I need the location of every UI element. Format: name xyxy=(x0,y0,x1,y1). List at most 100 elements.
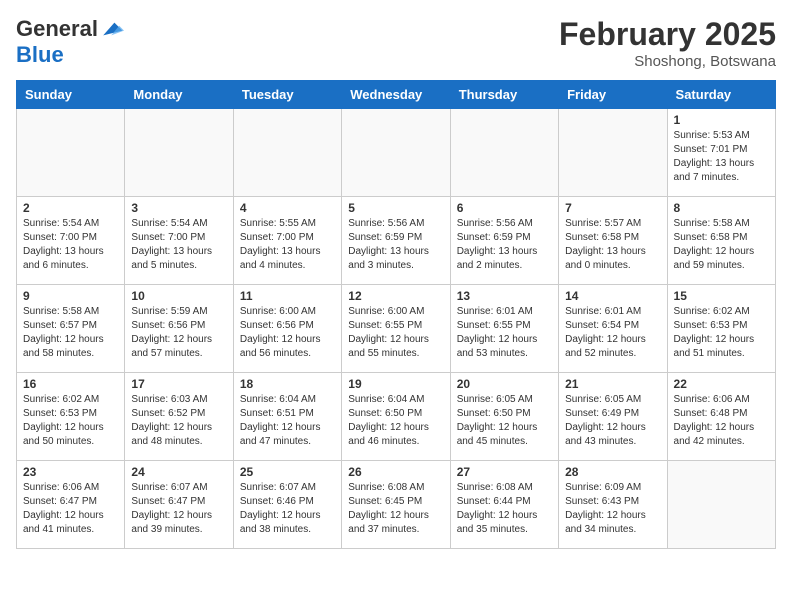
calendar-week-row: 1 Sunrise: 5:53 AM Sunset: 7:01 PM Daylig… xyxy=(17,109,776,197)
day-number: 6 xyxy=(457,201,552,215)
day-info: Sunrise: 5:56 AM Sunset: 6:59 PM Dayligh… xyxy=(348,217,443,273)
day-info: Sunrise: 6:02 AM Sunset: 6:53 PM Dayligh… xyxy=(23,393,118,449)
day-info: Sunrise: 6:00 AM Sunset: 6:56 PM Dayligh… xyxy=(240,305,335,361)
day-info: Sunrise: 6:08 AM Sunset: 6:45 PM Dayligh… xyxy=(348,481,443,537)
calendar-day-cell: 28 Sunrise: 6:09 AM Sunset: 6:43 PM Dayli… xyxy=(559,461,667,549)
calendar-day-cell: 23Sunrise: 6:06 AM Sunset: 6:47 PM Dayli… xyxy=(17,461,125,549)
day-info: Sunrise: 6:07 AM Sunset: 6:46 PM Dayligh… xyxy=(240,481,335,537)
logo: General Blue xyxy=(16,16,124,68)
day-number: 8 xyxy=(674,201,769,215)
calendar-day-cell xyxy=(17,109,125,197)
calendar-day-cell: 15 Sunrise: 6:02 AM Sunset: 6:53 PM Dayli… xyxy=(667,285,775,373)
day-number: 13 xyxy=(457,289,552,303)
calendar-day-cell: 26 Sunrise: 6:08 AM Sunset: 6:45 PM Dayli… xyxy=(342,461,450,549)
day-number: 4 xyxy=(240,201,335,215)
day-info: Sunrise: 6:04 AM Sunset: 6:51 PM Dayligh… xyxy=(240,393,335,449)
weekday-header: Sunday xyxy=(17,81,125,109)
day-number: 20 xyxy=(457,377,552,391)
day-info: Sunrise: 6:06 AM Sunset: 6:48 PM Dayligh… xyxy=(674,393,769,449)
day-number: 1 xyxy=(674,113,769,127)
day-info: Sunrise: 5:54 AM Sunset: 7:00 PM Dayligh… xyxy=(23,217,118,273)
calendar-day-cell: 12Sunrise: 6:00 AM Sunset: 6:55 PM Dayli… xyxy=(342,285,450,373)
day-info: Sunrise: 6:09 AM Sunset: 6:43 PM Dayligh… xyxy=(565,481,660,537)
day-info: Sunrise: 5:53 AM Sunset: 7:01 PM Dayligh… xyxy=(674,129,769,185)
calendar-day-cell: 7Sunrise: 5:57 AM Sunset: 6:58 PM Daylig… xyxy=(559,197,667,285)
calendar-day-cell: 16 Sunrise: 6:02 AM Sunset: 6:53 PM Dayli… xyxy=(17,373,125,461)
weekday-header: Wednesday xyxy=(342,81,450,109)
day-number: 24 xyxy=(131,465,226,479)
calendar-week-row: 23Sunrise: 6:06 AM Sunset: 6:47 PM Dayli… xyxy=(17,461,776,549)
day-number: 9 xyxy=(23,289,118,303)
calendar-day-cell: 4 Sunrise: 5:55 AM Sunset: 7:00 PM Daylig… xyxy=(233,197,341,285)
title-block: February 2025 Shoshong, Botswana xyxy=(559,16,776,70)
calendar-day-cell: 19 Sunrise: 6:04 AM Sunset: 6:50 PM Dayli… xyxy=(342,373,450,461)
calendar-day-cell xyxy=(233,109,341,197)
day-info: Sunrise: 6:06 AM Sunset: 6:47 PM Dayligh… xyxy=(23,481,118,537)
calendar-day-cell: 13 Sunrise: 6:01 AM Sunset: 6:55 PM Dayli… xyxy=(450,285,558,373)
weekday-header: Friday xyxy=(559,81,667,109)
calendar-day-cell xyxy=(125,109,233,197)
day-number: 21 xyxy=(565,377,660,391)
day-number: 16 xyxy=(23,377,118,391)
calendar-day-cell: 27Sunrise: 6:08 AM Sunset: 6:44 PM Dayli… xyxy=(450,461,558,549)
calendar-day-cell: 24 Sunrise: 6:07 AM Sunset: 6:47 PM Dayli… xyxy=(125,461,233,549)
day-info: Sunrise: 6:04 AM Sunset: 6:50 PM Dayligh… xyxy=(348,393,443,449)
day-number: 28 xyxy=(565,465,660,479)
weekday-header: Tuesday xyxy=(233,81,341,109)
calendar-day-cell xyxy=(450,109,558,197)
day-info: Sunrise: 6:07 AM Sunset: 6:47 PM Dayligh… xyxy=(131,481,226,537)
calendar-day-cell: 5 Sunrise: 5:56 AM Sunset: 6:59 PM Daylig… xyxy=(342,197,450,285)
day-number: 17 xyxy=(131,377,226,391)
day-number: 3 xyxy=(131,201,226,215)
day-info: Sunrise: 5:54 AM Sunset: 7:00 PM Dayligh… xyxy=(131,217,226,273)
day-number: 7 xyxy=(565,201,660,215)
calendar-day-cell xyxy=(342,109,450,197)
logo-icon xyxy=(100,17,124,41)
month-title: February 2025 xyxy=(559,16,776,53)
day-info: Sunrise: 6:01 AM Sunset: 6:54 PM Dayligh… xyxy=(565,305,660,361)
day-number: 10 xyxy=(131,289,226,303)
day-number: 22 xyxy=(674,377,769,391)
day-number: 5 xyxy=(348,201,443,215)
calendar-day-cell: 6 Sunrise: 5:56 AM Sunset: 6:59 PM Daylig… xyxy=(450,197,558,285)
day-number: 15 xyxy=(674,289,769,303)
calendar-day-cell: 2Sunrise: 5:54 AM Sunset: 7:00 PM Daylig… xyxy=(17,197,125,285)
day-info: Sunrise: 6:05 AM Sunset: 6:50 PM Dayligh… xyxy=(457,393,552,449)
day-number: 18 xyxy=(240,377,335,391)
day-number: 14 xyxy=(565,289,660,303)
day-number: 12 xyxy=(348,289,443,303)
day-number: 19 xyxy=(348,377,443,391)
calendar-day-cell: 14 Sunrise: 6:01 AM Sunset: 6:54 PM Dayli… xyxy=(559,285,667,373)
page-header: General Blue February 2025 Shoshong, Bot… xyxy=(16,16,776,70)
calendar-day-cell: 21 Sunrise: 6:05 AM Sunset: 6:49 PM Dayli… xyxy=(559,373,667,461)
calendar-header-row: SundayMondayTuesdayWednesdayThursdayFrid… xyxy=(17,81,776,109)
day-info: Sunrise: 5:58 AM Sunset: 6:57 PM Dayligh… xyxy=(23,305,118,361)
weekday-header: Monday xyxy=(125,81,233,109)
calendar-day-cell: 9 Sunrise: 5:58 AM Sunset: 6:57 PM Daylig… xyxy=(17,285,125,373)
calendar-day-cell: 11Sunrise: 6:00 AM Sunset: 6:56 PM Dayli… xyxy=(233,285,341,373)
day-info: Sunrise: 6:03 AM Sunset: 6:52 PM Dayligh… xyxy=(131,393,226,449)
calendar-week-row: 9 Sunrise: 5:58 AM Sunset: 6:57 PM Daylig… xyxy=(17,285,776,373)
calendar-day-cell: 18 Sunrise: 6:04 AM Sunset: 6:51 PM Dayli… xyxy=(233,373,341,461)
day-info: Sunrise: 6:02 AM Sunset: 6:53 PM Dayligh… xyxy=(674,305,769,361)
day-info: Sunrise: 6:01 AM Sunset: 6:55 PM Dayligh… xyxy=(457,305,552,361)
day-number: 26 xyxy=(348,465,443,479)
day-number: 25 xyxy=(240,465,335,479)
logo-blue: Blue xyxy=(16,42,64,68)
calendar-week-row: 16 Sunrise: 6:02 AM Sunset: 6:53 PM Dayli… xyxy=(17,373,776,461)
day-info: Sunrise: 5:56 AM Sunset: 6:59 PM Dayligh… xyxy=(457,217,552,273)
day-info: Sunrise: 6:08 AM Sunset: 6:44 PM Dayligh… xyxy=(457,481,552,537)
calendar-day-cell: 22 Sunrise: 6:06 AM Sunset: 6:48 PM Dayli… xyxy=(667,373,775,461)
calendar-day-cell: 20 Sunrise: 6:05 AM Sunset: 6:50 PM Dayli… xyxy=(450,373,558,461)
calendar-day-cell: 17 Sunrise: 6:03 AM Sunset: 6:52 PM Dayli… xyxy=(125,373,233,461)
calendar-day-cell: 10 Sunrise: 5:59 AM Sunset: 6:56 PM Dayli… xyxy=(125,285,233,373)
day-info: Sunrise: 6:05 AM Sunset: 6:49 PM Dayligh… xyxy=(565,393,660,449)
day-info: Sunrise: 5:58 AM Sunset: 6:58 PM Dayligh… xyxy=(674,217,769,273)
calendar-day-cell: 3 Sunrise: 5:54 AM Sunset: 7:00 PM Daylig… xyxy=(125,197,233,285)
day-info: Sunrise: 5:59 AM Sunset: 6:56 PM Dayligh… xyxy=(131,305,226,361)
day-info: Sunrise: 5:55 AM Sunset: 7:00 PM Dayligh… xyxy=(240,217,335,273)
location: Shoshong, Botswana xyxy=(559,53,776,70)
calendar-week-row: 2Sunrise: 5:54 AM Sunset: 7:00 PM Daylig… xyxy=(17,197,776,285)
calendar-day-cell: 25 Sunrise: 6:07 AM Sunset: 6:46 PM Dayli… xyxy=(233,461,341,549)
logo-general: General xyxy=(16,16,98,42)
